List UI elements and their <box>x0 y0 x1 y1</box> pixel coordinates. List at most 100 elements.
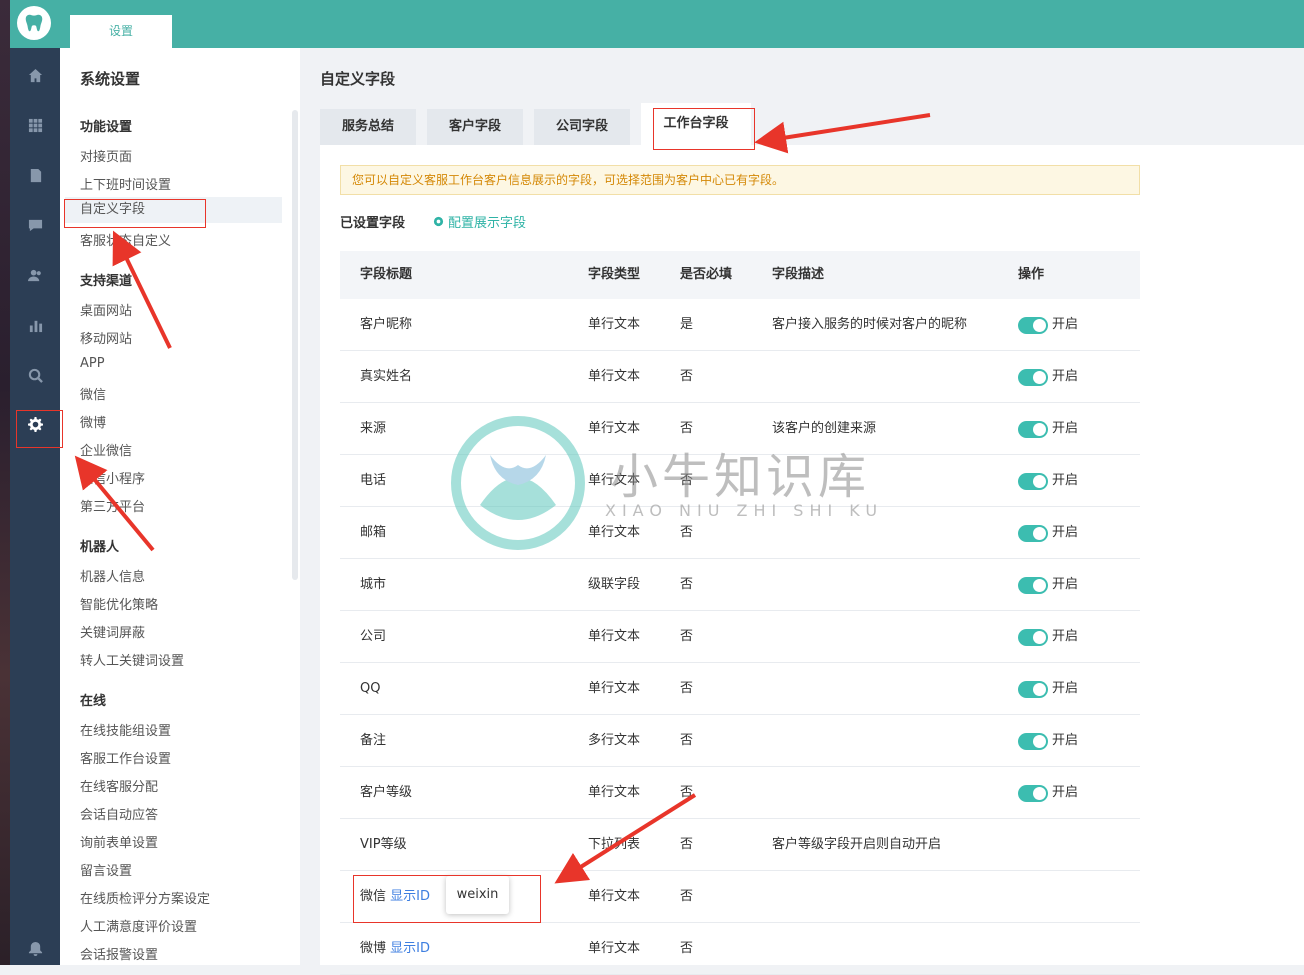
group-title: 支持渠道 <box>80 274 133 289</box>
tab-customer-fields[interactable]: 客户字段 <box>427 109 523 145</box>
cell-required: 否 <box>680 629 694 644</box>
cell-type: 单行文本 <box>588 785 641 800</box>
group-title: 机器人 <box>80 540 120 555</box>
toggle-switch[interactable] <box>1018 525 1048 542</box>
table-row: 公司 单行文本 否 开启 <box>340 611 1140 663</box>
table-row: 客户昵称 单行文本 是 客户接入服务的时候对客户的昵称 开启 <box>340 299 1140 351</box>
column-header: 字段类型 <box>588 267 641 282</box>
tab-company-fields[interactable]: 公司字段 <box>534 109 630 145</box>
sidebar-item[interactable]: 关键词屏蔽 <box>80 622 145 641</box>
cell-type: 单行文本 <box>588 629 641 644</box>
cell-title: VIP等级 <box>360 819 407 871</box>
sidebar-item[interactable]: 微信小程序 <box>80 468 145 487</box>
toggle-switch[interactable] <box>1018 629 1048 646</box>
show-id-link[interactable]: 显示ID <box>390 941 430 956</box>
annotation-box-tab <box>653 108 755 150</box>
icon-sidebar <box>10 48 60 965</box>
cell-required: 否 <box>680 733 694 748</box>
sidebar-item[interactable]: 在线技能组设置 <box>80 720 171 739</box>
sidebar-item[interactable]: 对接页面 <box>80 146 132 165</box>
sidebar-item[interactable]: 移动网站 <box>80 328 132 347</box>
cell-required: 否 <box>680 681 694 696</box>
home-icon[interactable] <box>10 60 60 90</box>
toggle-label: 开启 <box>1052 785 1079 800</box>
tab-service-summary[interactable]: 服务总结 <box>320 109 416 145</box>
toggle-switch[interactable] <box>1018 421 1048 438</box>
row-title: VIP等级 <box>360 837 407 852</box>
sidebar-item[interactable]: 客服状态自定义 <box>80 230 171 249</box>
group-title: 在线 <box>80 694 107 709</box>
sidebar-item[interactable]: 客服工作台设置 <box>80 748 171 767</box>
row-title: 电话 <box>360 473 387 488</box>
sidebar-item[interactable]: APP <box>80 356 105 371</box>
search-icon[interactable] <box>10 360 60 390</box>
bell-icon[interactable] <box>10 933 60 963</box>
cell-required: 否 <box>680 837 694 852</box>
page-title: 自定义字段 <box>320 70 396 88</box>
annotation-box-gear <box>16 410 63 448</box>
cell-required: 否 <box>680 369 694 384</box>
toggle-switch[interactable] <box>1018 473 1048 490</box>
sidebar-item[interactable]: 留言设置 <box>80 860 132 879</box>
users-icon[interactable] <box>10 260 60 290</box>
sidebar-item[interactable]: 上下班时间设置 <box>80 174 171 193</box>
sidebar-item[interactable]: 机器人信息 <box>80 566 145 585</box>
sidebar-item[interactable]: 会话自动应答 <box>80 804 158 823</box>
apps-grid-icon[interactable] <box>10 110 60 140</box>
cell-title: QQ <box>360 663 380 715</box>
sidebar-item[interactable]: 智能优化策略 <box>80 594 158 613</box>
row-title: 邮箱 <box>360 525 387 540</box>
desktop-edge <box>0 0 10 965</box>
table-row: 真实姓名 单行文本 否 开启 <box>340 351 1140 403</box>
cell-type: 单行文本 <box>588 941 641 956</box>
table-row: VIP等级 下拉列表 否 客户等级字段开启则自动开启 <box>340 819 1140 871</box>
cell-title: 邮箱 <box>360 507 386 559</box>
notice-banner: 您可以自定义客服工作台客户信息展示的字段，可选择范围为客户中心已有字段。 <box>340 165 1140 195</box>
row-title: 微博 <box>360 941 387 956</box>
tooth-icon <box>25 14 43 32</box>
cell-title: 微博 显示ID <box>360 923 430 975</box>
sidebar-scrollbar[interactable] <box>292 110 298 580</box>
cell-type: 下拉列表 <box>588 837 641 852</box>
sidebar-item[interactable]: 微信 <box>80 384 106 403</box>
tab-settings[interactable]: 设置 <box>70 15 172 48</box>
config-fields-link[interactable]: 配置展示字段 <box>433 212 526 231</box>
toggle-switch[interactable] <box>1018 733 1048 750</box>
toggle-switch[interactable] <box>1018 681 1048 698</box>
toggle-label: 开启 <box>1052 369 1079 384</box>
cell-type: 单行文本 <box>588 369 641 384</box>
cell-type: 单行文本 <box>588 889 641 904</box>
sidebar-item[interactable]: 人工满意度评价设置 <box>80 916 197 935</box>
toggle-switch[interactable] <box>1018 317 1048 334</box>
sidebar-item[interactable]: 企业微信 <box>80 440 132 459</box>
sidebar-item[interactable]: 第三方平台 <box>80 496 145 515</box>
cell-title: 客户昵称 <box>360 299 412 351</box>
cell-required: 是 <box>680 317 694 332</box>
sidebar-item[interactable]: 询前表单设置 <box>80 832 158 851</box>
chat-icon[interactable] <box>10 210 60 240</box>
app-logo[interactable] <box>17 6 51 40</box>
cell-title: 来源 <box>360 403 386 455</box>
bar-chart-icon[interactable] <box>10 310 60 340</box>
sidebar-item[interactable]: 会话报警设置 <box>80 944 158 963</box>
table-row: 微博 显示ID 单行文本 否 <box>340 923 1140 975</box>
sidebar-item[interactable]: 微博 <box>80 412 106 431</box>
table-row: 备注 多行文本 否 开启 <box>340 715 1140 767</box>
sidebar-item[interactable]: 桌面网站 <box>80 300 132 319</box>
sidebar-item[interactable]: 在线客服分配 <box>80 776 158 795</box>
row-title: 真实姓名 <box>360 369 413 384</box>
table-header: 字段标题 字段类型 是否必填 字段描述 操作 <box>340 251 1140 299</box>
toggle-switch[interactable] <box>1018 369 1048 386</box>
toggle-switch[interactable] <box>1018 785 1048 802</box>
set-fields-label: 已设置字段 <box>340 216 406 231</box>
group-title: 功能设置 <box>80 120 133 135</box>
cell-desc: 客户等级字段开启则自动开启 <box>772 837 942 852</box>
sidebar-item[interactable]: 在线质检评分方案设定 <box>80 888 210 907</box>
table-row: 客户等级 单行文本 否 开启 <box>340 767 1140 819</box>
document-icon[interactable] <box>10 160 60 190</box>
sidebar-item[interactable]: 转人工关键词设置 <box>80 650 184 669</box>
cell-title: 公司 <box>360 611 386 663</box>
column-header: 字段描述 <box>772 267 825 282</box>
toggle-label: 开启 <box>1052 317 1079 332</box>
toggle-switch[interactable] <box>1018 577 1048 594</box>
